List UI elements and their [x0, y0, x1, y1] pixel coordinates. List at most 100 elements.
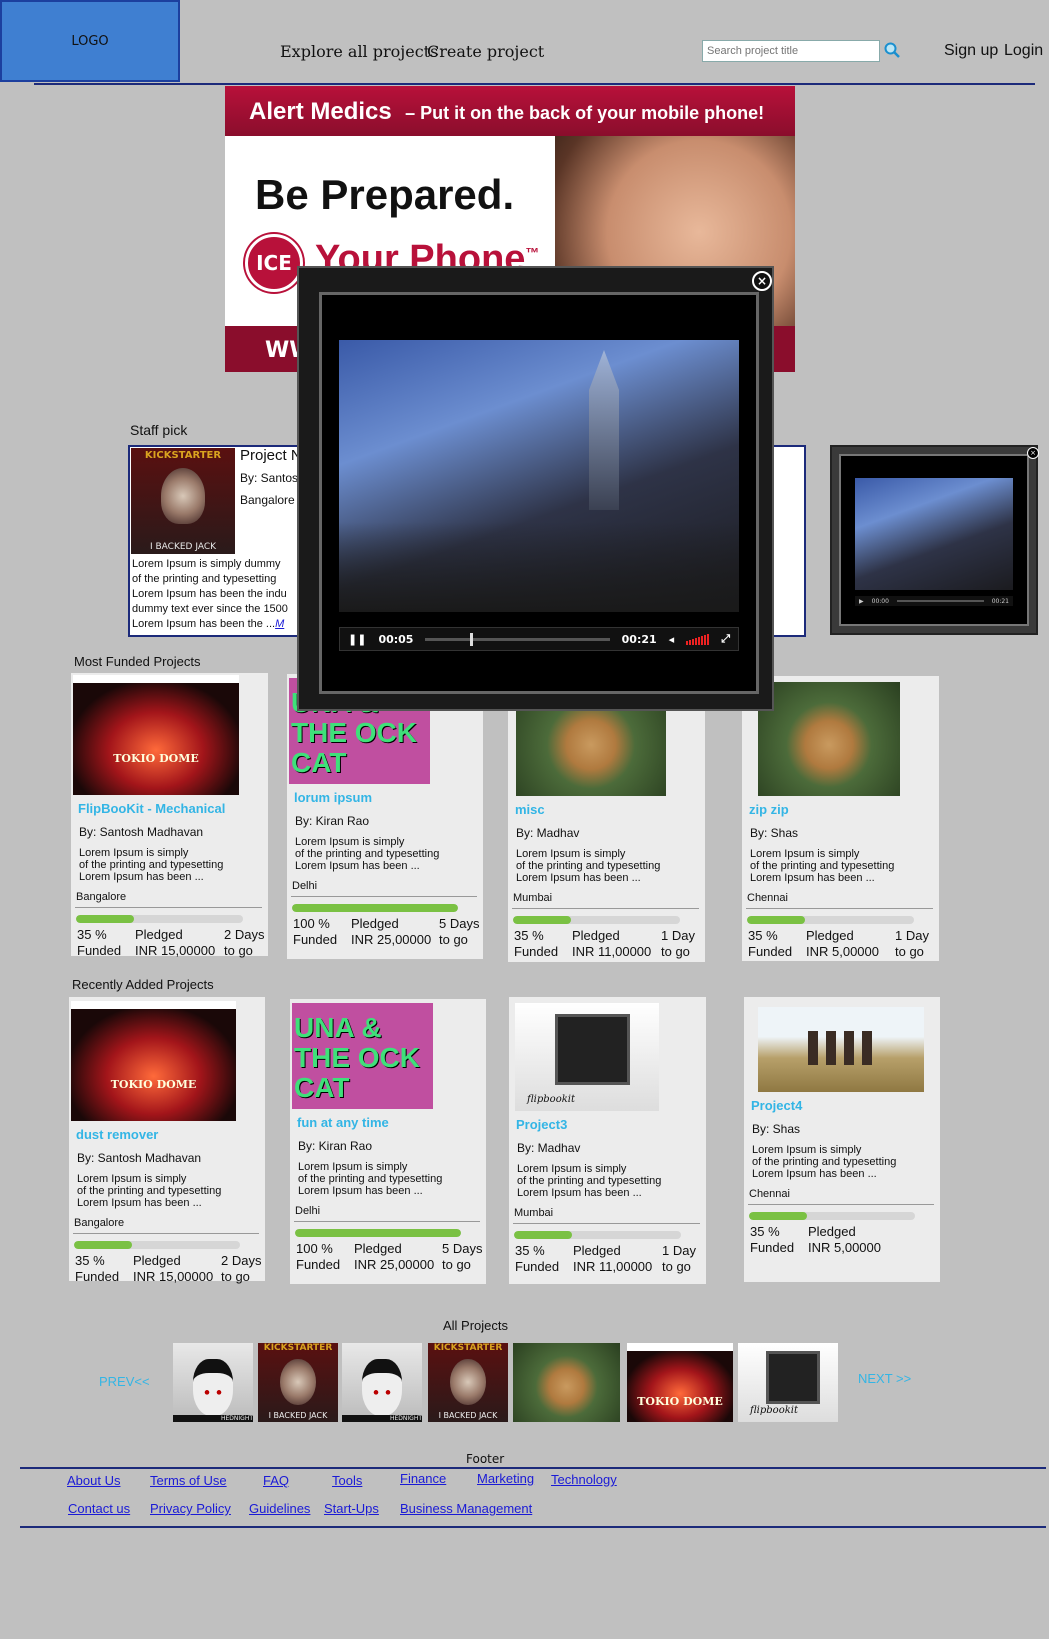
project-description: Lorem Ipsum is simply of the printing and…: [517, 1163, 661, 1199]
funding-progress-bar: [295, 1229, 461, 1237]
carousel-thumbnail[interactable]: KICKSTARTER I BACKED JACK: [428, 1343, 508, 1422]
funding-progress-fill: [295, 1229, 461, 1237]
astronaut-image: [280, 1358, 316, 1405]
pledged-label: Pledged: [806, 928, 854, 943]
project-card[interactable]: UNA & THE OCK CATlorum ipsumBy: Kiran Ra…: [287, 674, 483, 959]
footer-finance[interactable]: Finance: [400, 1471, 446, 1486]
project-card[interactable]: flipbookit Project3 By: Madhav Lorem Ipsum …: [509, 997, 706, 1284]
card-divider: [294, 1221, 480, 1222]
project-author: By: Kiran Rao: [298, 1139, 373, 1153]
logo[interactable]: LOGO: [0, 0, 180, 82]
funded-percent: 35 %: [748, 928, 778, 943]
project-title[interactable]: zip zip: [749, 802, 789, 817]
project-title[interactable]: FlipBooKit - Mechanical: [78, 801, 225, 816]
volume-level[interactable]: [686, 633, 710, 645]
project-card[interactable]: TOKIO DOME dust remover By: Santosh Madhav…: [69, 997, 265, 1284]
staff-project-city: Bangalore: [240, 493, 295, 507]
fullscreen-icon[interactable]: ⤢: [721, 632, 730, 646]
nav-create-project[interactable]: Create project: [427, 42, 544, 61]
search-input[interactable]: [702, 40, 880, 62]
card-divider: [513, 1223, 700, 1224]
video-frame-image[interactable]: [339, 340, 739, 612]
pledged-amount: INR 25,00000: [354, 1257, 435, 1272]
project-title[interactable]: misc: [515, 802, 545, 817]
video-controls[interactable]: ❚❚ 00:05 00:21 ◂ ⤢: [339, 627, 739, 651]
video-seekbar[interactable]: [425, 632, 610, 646]
description-line: Lorem Ipsum is simply: [752, 1144, 862, 1156]
description-line: Lorem Ipsum is simply: [298, 1161, 408, 1173]
login-link[interactable]: Login: [1004, 42, 1043, 60]
carousel-thumbnail[interactable]: TOKIO DOME: [627, 1343, 733, 1422]
project-card[interactable]: UNA & THE OCK CAT fun at any time By: Kira…: [290, 999, 486, 1284]
footer-marketing[interactable]: Marketing: [477, 1471, 534, 1486]
funded-percent: 35 %: [77, 927, 107, 942]
project-title[interactable]: Project4: [751, 1098, 802, 1113]
project-title[interactable]: Project3: [516, 1117, 567, 1132]
footer-guidelines[interactable]: Guidelines: [249, 1501, 310, 1516]
footer-tools[interactable]: Tools: [332, 1473, 362, 1488]
project-thumbnail[interactable]: TOKIO DOME: [71, 1001, 236, 1121]
mini-video-controls[interactable]: ▶ 00:00 00:21: [855, 596, 1013, 606]
description-line: Lorem Ipsum has been ...: [295, 860, 420, 872]
footer-terms[interactable]: Terms of Use: [150, 1473, 227, 1488]
staff-project-name[interactable]: Project N: [240, 447, 302, 464]
mini-play-icon[interactable]: ▶: [859, 598, 864, 605]
prev-button[interactable]: PREV<<: [99, 1374, 150, 1389]
search-icon[interactable]: [884, 42, 900, 58]
project-title[interactable]: dust remover: [76, 1127, 158, 1142]
signup-link[interactable]: Sign up: [944, 42, 998, 60]
mini-close-icon[interactable]: ×: [1027, 447, 1039, 459]
description-line: of the printing and typesetting: [77, 1185, 222, 1197]
video-modal[interactable]: ❚❚ 00:05 00:21 ◂ ⤢ ×: [297, 266, 774, 711]
card-divider: [291, 896, 477, 897]
next-button[interactable]: NEXT >>: [858, 1371, 911, 1386]
close-icon[interactable]: ×: [752, 271, 772, 291]
footer-contact-us[interactable]: Contact us: [68, 1501, 130, 1516]
project-thumbnail[interactable]: TOKIO DOME: [73, 675, 239, 795]
card-divider: [746, 908, 933, 909]
footer-faq[interactable]: FAQ: [263, 1473, 289, 1488]
staff-pick-thumbnail[interactable]: KICKSTARTER I BACKED JACK: [131, 448, 235, 554]
carousel-thumbnail[interactable]: HEDNIGHT: [342, 1343, 422, 1422]
banner-tagline: – Put it on the back of your mobile phon…: [405, 103, 765, 123]
description-line: of the printing and typesetting: [295, 848, 440, 860]
mini-video-player[interactable]: ▶ 00:00 00:21 ×: [830, 445, 1039, 635]
project-thumbnail[interactable]: [758, 1007, 924, 1092]
carousel-thumbnail[interactable]: KICKSTARTER I BACKED JACK: [258, 1343, 338, 1422]
project-thumbnail[interactable]: flipbookit: [515, 1003, 659, 1111]
video-seek-handle[interactable]: [469, 632, 473, 646]
carousel-thumbnail[interactable]: [513, 1343, 620, 1422]
footer-technology[interactable]: Technology: [551, 1472, 617, 1487]
project-card[interactable]: TOKIO DOME FlipBooKit - Mechanical By: San…: [71, 673, 268, 958]
thumb-caption: HEDNIGHT: [342, 1415, 422, 1422]
project-title[interactable]: fun at any time: [297, 1115, 389, 1130]
carousel-thumbnail[interactable]: HEDNIGHT: [173, 1343, 253, 1422]
carousel-thumbnail[interactable]: flipbookit: [738, 1343, 838, 1422]
video-street: [339, 522, 739, 612]
mini-seekbar[interactable]: [896, 600, 984, 602]
footer-about-us[interactable]: About Us: [67, 1473, 120, 1488]
pause-icon[interactable]: ❚❚: [348, 633, 366, 646]
mini-video-frame: ▶ 00:00 00:21: [839, 454, 1029, 626]
astronaut-image: [450, 1358, 486, 1405]
days-remaining: 2 Days: [224, 927, 265, 942]
project-card[interactable]: Project4 By: Shas Lorem Ipsum is simply of …: [744, 997, 940, 1282]
nav-explore-all-projects[interactable]: Explore all projects: [280, 42, 438, 61]
days-remaining: 1 Day: [662, 1243, 696, 1258]
project-thumbnail[interactable]: UNA & THE OCK CAT: [292, 1003, 433, 1109]
project-thumbnail[interactable]: [758, 682, 900, 796]
staff-thumb-bottom-text: I BACKED JACK: [149, 542, 217, 552]
days-remaining: 5 Days: [442, 1241, 483, 1256]
project-card[interactable]: misc By: Madhav Lorem Ipsum is simply of th…: [508, 676, 705, 962]
volume-icon[interactable]: ◂: [669, 633, 675, 646]
all-projects-title: All Projects: [443, 1318, 509, 1333]
project-description: Lorem Ipsum is simply of the printing and…: [516, 848, 660, 884]
project-title[interactable]: lorum ipsum: [294, 790, 372, 805]
footer-startups[interactable]: Start-Ups: [324, 1501, 379, 1516]
description-line: of the printing and typesetting: [516, 860, 661, 872]
footer-privacy[interactable]: Privacy Policy: [150, 1501, 231, 1516]
footer-business-management[interactable]: Business Management: [400, 1501, 532, 1516]
project-card[interactable]: zip zip By: Shas Lorem Ipsum is simply of t…: [742, 676, 939, 961]
staff-more-link[interactable]: M: [275, 618, 284, 630]
description-line: Lorem Ipsum has been ...: [516, 872, 641, 884]
